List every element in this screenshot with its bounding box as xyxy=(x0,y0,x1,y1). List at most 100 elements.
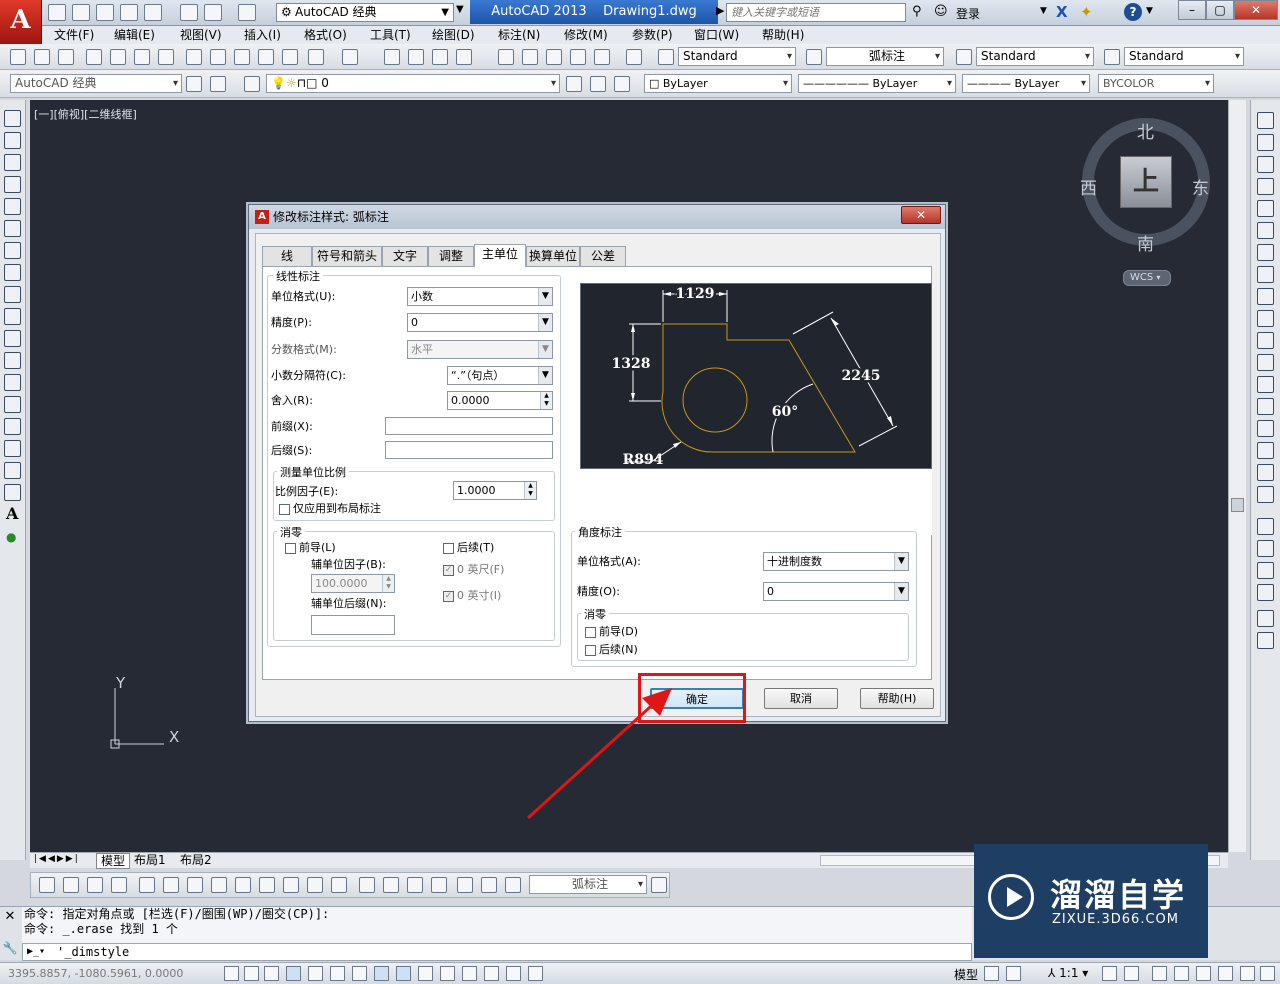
suffix-input[interactable] xyxy=(385,441,553,459)
precision-select[interactable]: 0 ▼ xyxy=(407,313,553,332)
3d-dwf-icon[interactable] xyxy=(158,49,174,65)
menu-window[interactable]: 窗口(W) xyxy=(694,27,739,43)
continue-dim-icon[interactable] xyxy=(283,877,299,893)
command-close-icon[interactable]: ✕ xyxy=(2,909,18,925)
publish-toolbar-icon[interactable] xyxy=(134,49,150,65)
clean-screen-icon[interactable] xyxy=(1260,966,1275,981)
scale-icon[interactable] xyxy=(1257,266,1274,283)
arc-icon[interactable] xyxy=(4,220,21,237)
arc-length-dim-icon[interactable] xyxy=(87,877,103,893)
point-icon[interactable] xyxy=(4,396,21,413)
tab-fit[interactable]: 调整 xyxy=(428,246,474,266)
multileader-style-icon[interactable] xyxy=(1104,49,1120,65)
zoom-previous-icon[interactable] xyxy=(456,49,472,65)
quick-view-drawings-icon[interactable] xyxy=(1006,966,1021,981)
command-customize-icon[interactable]: 🔧 xyxy=(2,941,18,957)
angular-unit-format-select[interactable]: 十进制度数 ▼ xyxy=(763,552,909,571)
copy-object-icon[interactable] xyxy=(1257,134,1274,151)
fillet-icon[interactable] xyxy=(1257,442,1274,459)
zoom-window-icon[interactable] xyxy=(432,49,448,65)
workspace-switching-icon[interactable] xyxy=(1152,966,1167,981)
array-icon[interactable] xyxy=(1257,200,1274,217)
qnew-icon[interactable] xyxy=(10,49,26,65)
insert-block-icon[interactable] xyxy=(4,352,21,369)
ellipse-icon[interactable] xyxy=(4,308,21,325)
workspace-combo[interactable]: AutoCAD 经典 xyxy=(10,74,182,93)
join-icon[interactable] xyxy=(1257,398,1274,415)
table-style-icon[interactable] xyxy=(956,49,972,65)
quick-dim-icon[interactable] xyxy=(235,877,251,893)
tab-layout2[interactable]: 布局2 xyxy=(180,853,212,867)
save-toolbar-icon[interactable] xyxy=(58,49,74,65)
make-current-layer-icon[interactable] xyxy=(566,76,582,92)
zero-feet-checkbox[interactable]: ✓ xyxy=(443,565,454,576)
round-off-input[interactable]: 0.0000 ▲ ▼ xyxy=(447,391,553,410)
sub-unit-factor-input[interactable]: 100.0000 ▲ ▼ xyxy=(311,574,395,593)
menu-file[interactable]: 文件(F) xyxy=(54,27,94,43)
compass-south-label[interactable]: 南 xyxy=(1137,230,1154,255)
spline-icon[interactable] xyxy=(4,286,21,303)
minimize-button[interactable]: – xyxy=(1178,0,1206,20)
angular-trailing-checkbox[interactable] xyxy=(585,645,596,656)
color-select[interactable]: □ ByLayer xyxy=(644,74,792,93)
dim-space-icon[interactable] xyxy=(307,877,323,893)
revision-cloud-icon[interactable] xyxy=(4,264,21,281)
command-prompt-icon[interactable]: ▶_▾ xyxy=(27,944,45,960)
paste-icon[interactable] xyxy=(234,49,250,65)
binoculars-icon[interactable]: ⚲ xyxy=(912,4,922,19)
draw-order-front-icon[interactable] xyxy=(1257,518,1274,535)
dim-edit-icon[interactable] xyxy=(457,877,473,893)
tab-layout1[interactable]: 布局1 xyxy=(134,853,166,867)
workspace-save-icon[interactable] xyxy=(210,76,226,92)
chamfer-icon[interactable] xyxy=(1257,420,1274,437)
dim-style-manager-icon[interactable] xyxy=(651,877,667,893)
diameter-dim-icon[interactable] xyxy=(187,877,203,893)
make-block-icon[interactable] xyxy=(4,374,21,391)
infer-constraints-icon[interactable] xyxy=(224,966,239,981)
erase-icon[interactable] xyxy=(1257,112,1274,129)
aligned-dim-icon[interactable] xyxy=(63,877,79,893)
quick-access-menu-icon[interactable]: ▼ xyxy=(456,4,464,15)
draw-order-back-icon[interactable] xyxy=(1257,540,1274,557)
dim-style-icon[interactable] xyxy=(806,49,822,65)
inspect-icon[interactable] xyxy=(407,877,423,893)
dynamic-ucs-icon[interactable] xyxy=(396,966,411,981)
dim-text-edit-icon[interactable] xyxy=(481,877,497,893)
tab-text[interactable]: 文字 xyxy=(382,246,428,266)
dynamic-input-icon[interactable] xyxy=(418,966,433,981)
compass-east-label[interactable]: 东 xyxy=(1192,174,1209,199)
sheet-set-icon[interactable] xyxy=(570,49,586,65)
circle-icon[interactable] xyxy=(4,242,21,259)
leading-zero-checkbox[interactable] xyxy=(285,543,296,554)
table-icon[interactable] xyxy=(4,484,21,501)
menu-tools[interactable]: 工具(T) xyxy=(370,27,411,43)
multiline-text-icon[interactable]: A xyxy=(6,504,18,523)
menu-edit[interactable]: 编辑(E) xyxy=(114,27,155,43)
hatch-back-icon[interactable] xyxy=(1257,632,1274,649)
polar-tracking-icon[interactable] xyxy=(308,966,323,981)
grid-display-icon[interactable] xyxy=(264,966,279,981)
application-menu-button[interactable]: A xyxy=(0,0,42,44)
dim-style-select[interactable]: 弧标注 xyxy=(826,47,944,66)
dialog-title-bar[interactable]: 修改标注样式: 弧标注 xyxy=(249,205,945,229)
lineweight-icon[interactable] xyxy=(440,966,455,981)
zero-inches-checkbox[interactable]: ✓ xyxy=(443,591,454,602)
match-properties-icon[interactable] xyxy=(258,49,274,65)
cut-icon[interactable] xyxy=(186,49,202,65)
ellipse-arc-icon[interactable] xyxy=(4,330,21,347)
stretch-icon[interactable] xyxy=(1257,288,1274,305)
move-icon[interactable] xyxy=(1257,222,1274,239)
sub-unit-suffix-input[interactable] xyxy=(311,615,395,635)
jogged-dim-icon[interactable] xyxy=(163,877,179,893)
tab-lines[interactable]: 线 xyxy=(262,246,312,266)
trailing-zero-checkbox[interactable] xyxy=(443,543,454,554)
new-file-icon[interactable] xyxy=(48,4,66,21)
login-link[interactable]: 登录 xyxy=(956,5,980,22)
region-icon[interactable] xyxy=(4,462,21,479)
print-preview-icon[interactable] xyxy=(110,49,126,65)
annotation-monitor-icon[interactable] xyxy=(528,966,543,981)
dim-break-icon[interactable] xyxy=(331,877,347,893)
fraction-format-select[interactable]: 水平 ▼ xyxy=(407,340,553,359)
expand-arrow-icon[interactable]: ▶ xyxy=(716,4,724,17)
dim-toolbar-style-select[interactable]: 弧标注 xyxy=(529,875,647,894)
